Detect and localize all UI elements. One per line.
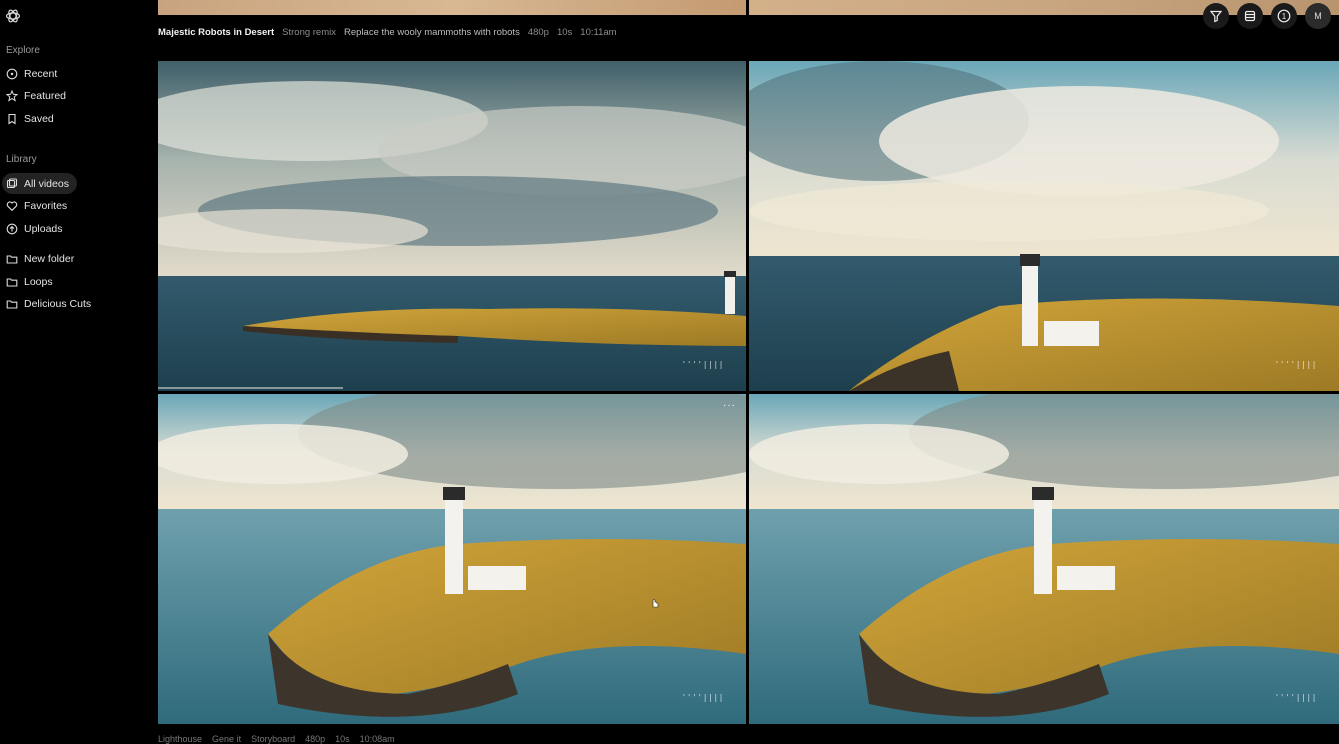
top-actions: 1 M xyxy=(1203,3,1331,29)
lighthouse-video-thumbnail xyxy=(158,61,746,391)
nav-item-all-videos[interactable]: All videos xyxy=(2,173,77,194)
folder-label: Delicious Cuts xyxy=(24,297,92,310)
openai-logo-icon[interactable] xyxy=(5,8,21,24)
duration-label: 10s xyxy=(556,27,573,38)
nav-item-uploads[interactable]: Uploads xyxy=(2,218,71,239)
prompt-text: Replace the wooly mammoths with robots xyxy=(344,27,520,38)
duration-label: 10s xyxy=(335,734,350,744)
remix-label: Strong remix xyxy=(282,27,336,38)
mouse-cursor-icon xyxy=(652,599,659,608)
folder-icon xyxy=(6,254,18,264)
video-meta-row: Majestic Robots in Desert Strong remix R… xyxy=(158,27,617,38)
library-section-title: Library xyxy=(6,154,37,165)
prompt-text: Storyboard xyxy=(251,734,296,744)
video-tile[interactable]: ''''|||| xyxy=(158,61,746,391)
previous-video-thumbnail[interactable] xyxy=(158,0,746,15)
explore-section-title: Explore xyxy=(6,45,40,56)
timestamp-label: 10:11am xyxy=(580,27,617,38)
nav-item-label: Uploads xyxy=(24,222,63,235)
next-video-meta-row: Lighthouse Gene it Storyboard 480p 10s 1… xyxy=(158,734,395,744)
folder-label: New folder xyxy=(24,252,75,265)
star-icon xyxy=(6,89,18,102)
list-view-icon xyxy=(1244,10,1256,22)
folder-icon xyxy=(6,277,18,287)
folder-label: Loops xyxy=(24,275,53,288)
video-tile[interactable]: ··· ''''|||| xyxy=(158,394,746,724)
view-toggle-button[interactable] xyxy=(1237,3,1263,29)
video-title[interactable]: Majestic Robots in Desert xyxy=(158,27,274,38)
nav-item-favorites[interactable]: Favorites xyxy=(2,195,75,216)
user-avatar[interactable]: M xyxy=(1305,3,1331,29)
remix-label: Gene it xyxy=(212,734,242,744)
video-icon xyxy=(6,177,18,188)
playback-progress[interactable] xyxy=(158,387,343,389)
watermark: ''''|||| xyxy=(681,693,724,702)
nav-item-featured[interactable]: Featured xyxy=(2,85,74,106)
lighthouse-video-thumbnail xyxy=(749,394,1339,724)
lighthouse-video-thumbnail xyxy=(749,61,1339,391)
filter-button[interactable] xyxy=(1203,3,1229,29)
nav-item-label: Featured xyxy=(24,89,67,102)
watermark: ''''|||| xyxy=(681,360,724,369)
resolution-label: 480p xyxy=(305,734,326,744)
sidebar: Explore Recent Featured Saved Library Al… xyxy=(0,0,150,741)
folder-item-loops[interactable]: Loops xyxy=(2,271,61,292)
resolution-label: 480p xyxy=(527,27,549,38)
upload-icon xyxy=(6,223,18,234)
heart-icon xyxy=(6,200,18,211)
clock-icon xyxy=(6,68,18,79)
timestamp-label: 10:08am xyxy=(359,734,395,744)
notifications-button[interactable]: 1 xyxy=(1271,3,1297,29)
nav-item-label: All videos xyxy=(24,177,69,190)
folder-icon xyxy=(6,299,18,309)
filter-icon xyxy=(1209,10,1223,23)
nav-item-saved[interactable]: Saved xyxy=(2,108,62,129)
folder-item-delicious-cuts[interactable]: Delicious Cuts xyxy=(2,293,99,314)
svg-text:1: 1 xyxy=(1282,12,1287,21)
watermark: ''''|||| xyxy=(1274,693,1317,702)
nav-item-label: Recent xyxy=(24,67,58,80)
video-title[interactable]: Lighthouse xyxy=(158,734,202,744)
video-tile[interactable]: ''''|||| xyxy=(749,394,1339,724)
folder-item-new-folder[interactable]: New folder xyxy=(2,248,82,269)
bookmark-icon xyxy=(8,113,16,125)
nav-item-recent[interactable]: Recent xyxy=(2,63,65,84)
watermark: ''''|||| xyxy=(1274,360,1317,369)
video-tile[interactable]: ''''|||| xyxy=(749,61,1339,391)
nav-item-label: Favorites xyxy=(24,199,68,212)
lighthouse-video-thumbnail xyxy=(158,394,746,724)
more-options-button[interactable]: ··· xyxy=(723,400,736,411)
nav-item-label: Saved xyxy=(24,112,54,125)
notification-count-icon: 1 xyxy=(1277,9,1291,23)
